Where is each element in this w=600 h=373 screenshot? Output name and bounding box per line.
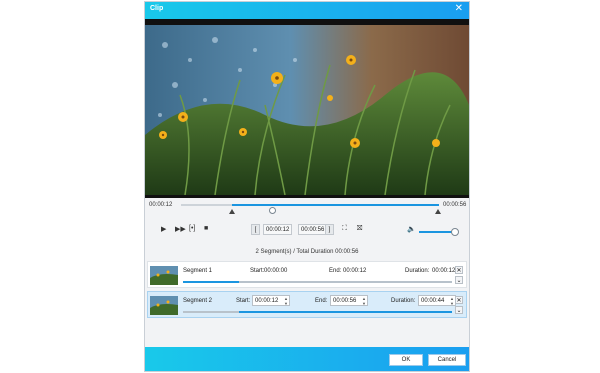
segment-range-bar <box>183 281 452 283</box>
current-time-label: 00:00:12 <box>149 202 173 208</box>
spinner-arrows-icon[interactable]: ▲ ▼ <box>450 296 454 306</box>
expand-icon[interactable]: ⌄ <box>455 306 463 314</box>
segment-thumbnail <box>150 296 178 315</box>
close-icon[interactable]: ✕ <box>455 4 463 14</box>
selected-range <box>232 204 439 206</box>
start-label: Start: <box>236 298 251 304</box>
segment-name: Segment 1 <box>183 268 213 274</box>
end-time-label: 00:00:56 <box>443 202 467 208</box>
set-end-icon[interactable]: ] <box>325 224 334 235</box>
timeline-track[interactable] <box>181 204 439 214</box>
video-preview <box>145 19 469 198</box>
clip-dialog: Clip ✕ 00:00:12 00:00:56 ▶ ▶▶ [•] ■ [00… <box>144 1 470 372</box>
merge-icon[interactable]: [•] <box>189 225 195 232</box>
segment-thumbnail <box>150 266 178 285</box>
ok-button[interactable]: OK <box>389 354 423 366</box>
end-time-input[interactable]: 00:00:56 ▲ ▼ <box>330 295 368 306</box>
duration-value: 00:00:44 <box>421 298 445 304</box>
timeline: 00:00:12 00:00:56 <box>145 199 469 217</box>
playhead-handle[interactable] <box>269 207 276 214</box>
start-time-box[interactable]: 00:00:12 <box>263 224 293 235</box>
segment-row[interactable]: Segment 2 Start: 00:00:12 ▲ ▼ End: 00:00:5… <box>147 291 467 318</box>
start-label: Start: <box>250 268 265 274</box>
spinner-arrows-icon[interactable]: ▲ ▼ <box>362 296 366 306</box>
volume-slider[interactable] <box>419 231 454 233</box>
end-value: 00:00:56 <box>333 298 357 304</box>
start-value: 00:00:00 <box>264 268 288 274</box>
start-marker[interactable] <box>229 209 235 214</box>
cancel-button[interactable]: Cancel <box>428 354 466 366</box>
play-icon[interactable]: ▶ <box>161 225 166 233</box>
start-time-input[interactable]: 00:00:12 ▲ ▼ <box>252 295 290 306</box>
spinner-arrows-icon[interactable]: ▲ ▼ <box>284 296 288 306</box>
volume-handle[interactable] <box>451 228 459 236</box>
end-time-box[interactable]: 00:00:56 <box>298 224 328 235</box>
end-label: End: <box>329 268 342 274</box>
fast-forward-icon[interactable]: ▶▶ <box>175 225 186 233</box>
end-value: 00:00:12 <box>343 268 367 274</box>
segment-name: Segment 2 <box>183 298 213 304</box>
dialog-title: Clip <box>150 5 164 12</box>
segment-range-fill <box>183 281 240 283</box>
start-value: 00:00:12 <box>255 298 279 304</box>
playback-controls: ▶ ▶▶ [•] ■ [ 00:00:12 00:00:56 ] ⛶ ⛝ 🔈 <box>145 221 469 243</box>
segment-row[interactable]: Segment 1 Start: 00:00:00 End: 00:00:12 … <box>147 261 467 288</box>
crop-icon[interactable]: ⛶ <box>342 225 347 233</box>
set-start-icon[interactable]: [ <box>251 224 260 235</box>
video-frame-image <box>145 25 469 195</box>
end-label: End: <box>315 298 328 304</box>
duration-input[interactable]: 00:00:44 ▲ ▼ <box>418 295 456 306</box>
end-marker[interactable] <box>435 209 441 214</box>
title-bar: Clip ✕ <box>145 2 469 19</box>
delete-segment-icon[interactable]: ⛝ <box>357 225 362 233</box>
remove-icon[interactable]: ✕ <box>455 266 463 274</box>
duration-value: 00:00:12 <box>432 268 456 274</box>
dialog-footer: OK Cancel <box>145 347 469 371</box>
volume-icon[interactable]: 🔈 <box>407 225 416 233</box>
expand-icon[interactable]: ⌄ <box>455 276 463 284</box>
segment-range-fill <box>239 311 452 313</box>
segment-range-bar <box>183 311 452 313</box>
segments-summary: 2 Segment(s) / Total Duration 00:00:56 <box>255 249 359 255</box>
duration-label: Duration: <box>405 268 430 274</box>
stop-icon[interactable]: ■ <box>204 225 208 232</box>
duration-label: Duration: <box>391 298 416 304</box>
remove-icon[interactable]: ✕ <box>455 296 463 304</box>
